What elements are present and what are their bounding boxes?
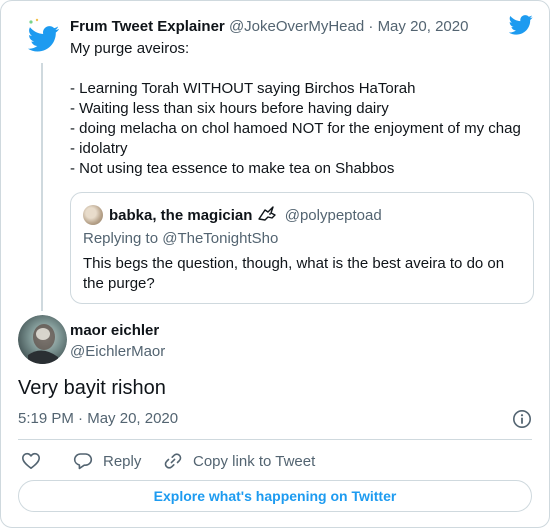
main-author-avatar[interactable] [18,315,67,364]
reply-label: Reply [103,452,142,470]
tweet-embed-card: Frum Tweet Explainer @JokeOverMyHead · M… [0,0,550,528]
header-separator: · [364,18,378,35]
quoted-tweet[interactable]: babka, the magician @polypeptoad Replyin… [70,192,534,304]
quoted-author-handle: @polypeptoad [284,207,382,224]
tweet-line: - Learning Torah WITHOUT saying Birchos … [70,80,416,97]
actions-divider [18,439,532,440]
tweet-time[interactable]: 5:19 PM [18,410,74,427]
quoted-author-name: babka, the magician [109,207,253,224]
reply-button[interactable]: Reply [73,450,141,472]
tweet-line: - idolatry [70,140,128,157]
tweet-line: - Not using tea essence to make tea on S… [70,160,395,177]
twitter-bird-icon[interactable] [509,15,533,35]
thread-connector-line [41,63,43,311]
parent-tweet-date[interactable]: May 20, 2020 [378,18,469,35]
parent-author-name[interactable]: Frum Tweet Explainer [70,18,225,35]
main-author-name[interactable]: maor eichler [70,322,159,339]
info-icon[interactable] [512,409,532,429]
tweet-date[interactable]: May 20, 2020 [87,410,178,427]
quoted-author-avatar [83,205,103,225]
unicorn-emoji-icon [257,206,276,221]
tweet-line: - Waiting less than six hours before hav… [70,100,389,117]
parent-tweet-text: My purge aveiros: - Learning Torah WITHO… [70,39,530,179]
replying-to-text: Replying to @TheTonightSho [83,230,279,247]
heart-icon [22,452,40,469]
parent-avatar[interactable] [21,17,63,59]
parent-tweet-header: Frum Tweet Explainer @JokeOverMyHead · M… [70,18,468,35]
tweet-line: - doing melacha on chol hamoed NOT for t… [70,120,521,137]
timestamp-separator: · [73,410,88,427]
explore-twitter-button[interactable]: Explore what's happening on Twitter [18,480,532,512]
main-tweet-text: Very bayit rishon [18,377,166,399]
tweet-timestamp[interactable]: 5:19 PM · May 20, 2020 [18,410,178,427]
speech-bubble-icon [73,453,93,470]
quoted-tweet-header: babka, the magician @polypeptoad [109,206,382,224]
main-author-handle[interactable]: @EichlerMaor [70,343,165,360]
copy-link-button[interactable]: Copy link to Tweet [163,450,315,472]
copy-link-label: Copy link to Tweet [193,452,316,470]
tweet-line: My purge aveiros: [70,40,190,57]
tweet-line [70,59,530,79]
link-icon [164,453,182,469]
parent-author-handle[interactable]: @JokeOverMyHead [229,18,364,35]
quoted-tweet-text: This begs the question, though, what is … [83,255,505,292]
like-button[interactable] [21,450,51,472]
